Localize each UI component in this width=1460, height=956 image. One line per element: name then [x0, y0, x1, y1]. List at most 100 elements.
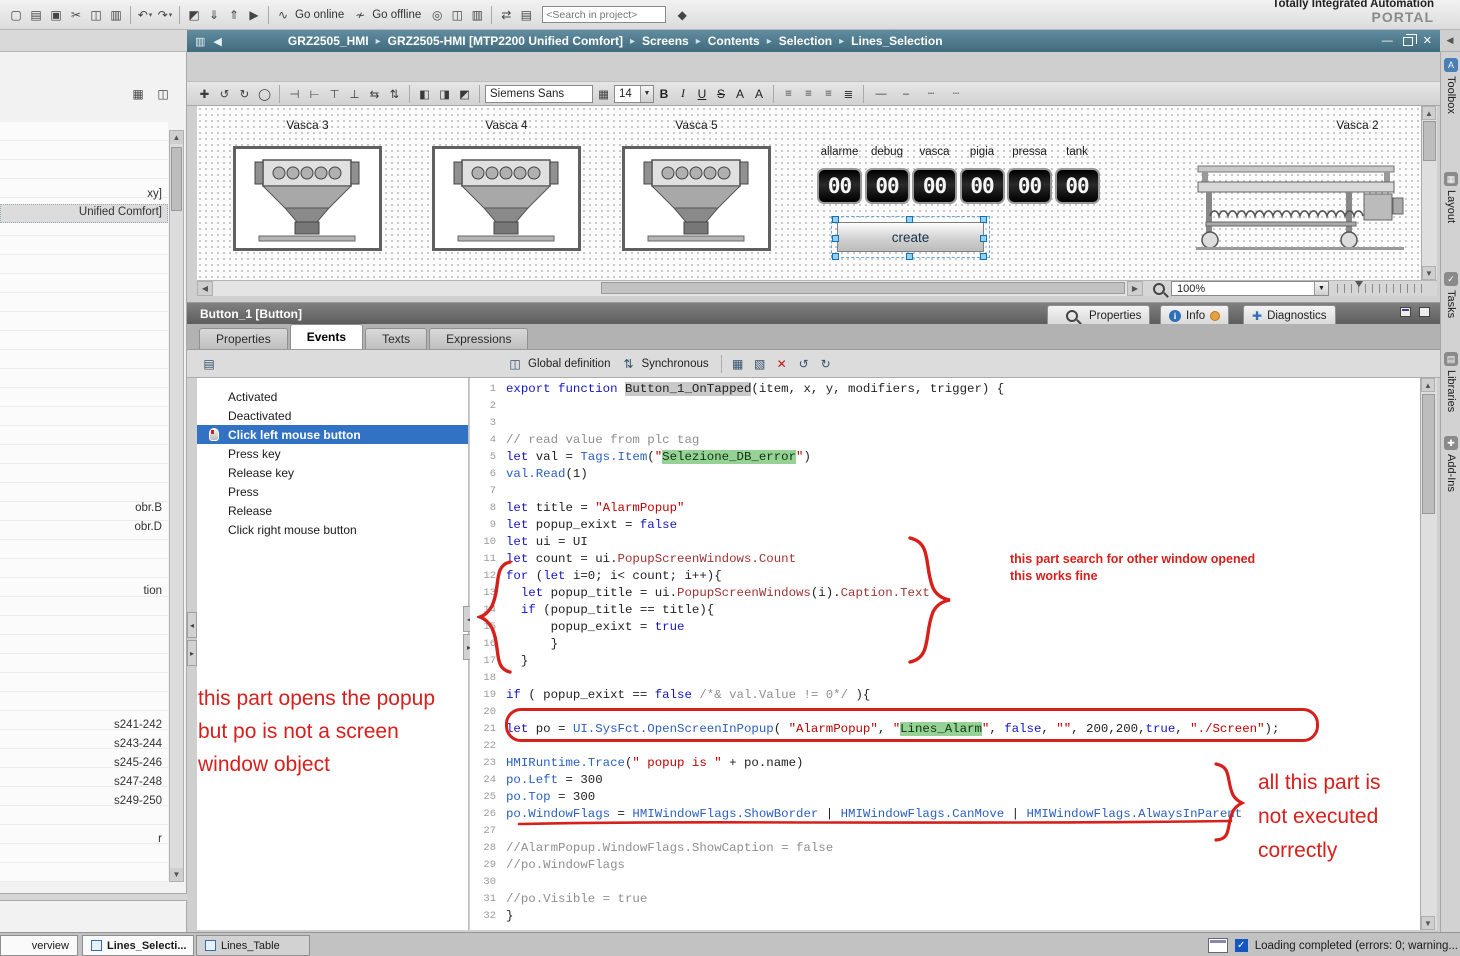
align-left-icon[interactable]: ⊣ [285, 84, 304, 103]
open-project-icon[interactable]: ▤ [26, 5, 46, 25]
info-window-icon[interactable]: ▤ [516, 5, 536, 25]
tab-properties[interactable]: Properties [199, 328, 288, 349]
panel-tab-properties[interactable]: Properties [1047, 305, 1150, 325]
event-list-item[interactable]: Release [197, 501, 468, 520]
zoom-select[interactable]: 100% ▼ [1171, 281, 1329, 296]
code-line[interactable]: 15 popup_exixt = true [470, 619, 1420, 636]
editor-tab-2[interactable]: Lines_Table [196, 935, 310, 956]
scroll-up-icon[interactable]: ▲ [1421, 378, 1435, 392]
scroll-down-icon[interactable]: ▼ [170, 868, 183, 881]
selection-handle[interactable] [832, 216, 839, 223]
paste-icon[interactable]: ▥ [106, 5, 126, 25]
sidebar-scrollbar[interactable]: ▲ ▼ [169, 130, 184, 882]
counter-display[interactable]: 00 [1007, 168, 1052, 204]
breadcrumb-item[interactable]: GRZ2505-HMI [MTP2200 Unified Comfort] [388, 34, 623, 48]
tree-item-label[interactable]: xy] [147, 188, 162, 200]
tank-graphic[interactable] [622, 146, 771, 251]
compile-icon[interactable]: ◩ [184, 5, 204, 25]
line-style-button[interactable]: — [869, 85, 893, 103]
code-line[interactable]: 24po.Left = 300 [470, 772, 1420, 789]
code-line[interactable]: 17 } [470, 653, 1420, 670]
restore-icon[interactable] [1403, 37, 1413, 46]
copy-icon[interactable]: ◫ [86, 5, 106, 25]
go-online-label[interactable]: Go online [295, 9, 344, 21]
tank-graphic[interactable] [233, 146, 382, 251]
canvas-vscrollbar[interactable]: ▲ ▼ [1421, 106, 1437, 280]
line-style-button[interactable]: ┄ [919, 85, 943, 103]
selection-handle[interactable] [832, 253, 839, 260]
code-line[interactable]: 6val.Read(1) [470, 466, 1420, 483]
definition-icon[interactable]: ◫ [505, 354, 525, 374]
tree-item-label[interactable]: tion [143, 585, 162, 597]
code-line[interactable]: 20 [470, 704, 1420, 721]
cut-icon[interactable]: ✂ [66, 5, 86, 25]
start-sim-icon[interactable]: ▶ [244, 5, 264, 25]
counter-display[interactable]: 00 [1055, 168, 1100, 204]
canvas-hscrollbar[interactable] [213, 281, 1127, 296]
panel-tab-diagnostics[interactable]: ✚Diagnostics [1243, 305, 1336, 325]
code-line[interactable]: 3 [470, 415, 1420, 432]
collapse-left-icon[interactable]: ◀ [213, 35, 221, 48]
code-line[interactable]: 19if ( popup_exixt == false /*& val.Valu… [470, 687, 1420, 704]
float-panel-icon[interactable] [1400, 307, 1411, 317]
close-icon[interactable]: ✕ [1423, 36, 1432, 47]
font-decrease-button[interactable]: A [750, 85, 768, 103]
code-line[interactable]: 2 [470, 398, 1420, 415]
delete-icon[interactable]: ✕ [772, 354, 792, 374]
side-tab-layout[interactable]: ▦Layout [1441, 172, 1460, 223]
code-line[interactable]: 14 if (popup_title == title){ [470, 602, 1420, 619]
tree-item-label[interactable]: s241-242 [114, 719, 162, 731]
zoom-select-icon[interactable]: ◯ [255, 84, 274, 103]
script-editor[interactable]: 1export function Button_1_OnTapped(item,… [470, 378, 1420, 930]
code-line[interactable]: 10let ui = UI [470, 534, 1420, 551]
revert-icon[interactable]: ↺ [794, 354, 814, 374]
zoom-icon[interactable] [1153, 283, 1165, 295]
counter-display[interactable]: 00 [960, 168, 1005, 204]
order-back-icon[interactable]: ◨ [435, 84, 454, 103]
italic-button[interactable]: I [674, 85, 692, 103]
justify-icon[interactable]: ≣ [839, 84, 858, 103]
code-line[interactable]: 12for (let i=0; i< count; i++){ [470, 568, 1420, 585]
selection-handle[interactable] [906, 253, 913, 260]
code-line[interactable]: 5let val = Tags.Item("Selezione_DB_error… [470, 449, 1420, 466]
panel-tab-info[interactable]: iInfo [1160, 305, 1229, 325]
rotate-left-icon[interactable]: ↺ [215, 84, 234, 103]
scrollbar-thumb[interactable] [171, 147, 182, 211]
details-view-icon[interactable]: ◫ [153, 84, 173, 104]
tree-item-label[interactable]: obr.D [135, 521, 163, 533]
tree-item-label[interactable]: obr.B [135, 502, 162, 514]
scroll-right-icon[interactable]: ▶ [1127, 281, 1143, 296]
save-project-icon[interactable]: ▣ [46, 5, 66, 25]
download-icon[interactable]: ⇓ [204, 5, 224, 25]
tab-events[interactable]: Events [290, 324, 363, 349]
event-list-item[interactable]: Press [197, 482, 468, 501]
code-line[interactable]: 11let count = ui.PopupScreenWindows.Coun… [470, 551, 1420, 568]
scrollbar-thumb[interactable] [1422, 394, 1435, 514]
selection-handle[interactable] [832, 235, 839, 242]
code-line[interactable]: 25po.Top = 300 [470, 789, 1420, 806]
event-list-item[interactable]: Press key [197, 444, 468, 463]
rotate-right-icon[interactable]: ↻ [235, 84, 254, 103]
tree-item-label[interactable]: s249-250 [114, 795, 162, 807]
sync-icon[interactable]: ⇅ [618, 354, 638, 374]
counter-display[interactable]: 00 [865, 168, 910, 204]
tree-item-label[interactable]: s247-248 [114, 776, 162, 788]
code-line[interactable]: 32} [470, 908, 1420, 925]
code-line[interactable]: 21let po = UI.SysFct.OpenScreenInPopup( … [470, 721, 1420, 738]
code-line[interactable]: 13 let popup_title = ui.PopupScreenWindo… [470, 585, 1420, 602]
zoom-slider[interactable] [1337, 284, 1423, 293]
tab-texts[interactable]: Texts [365, 328, 427, 349]
side-tab-tasks[interactable]: ✓Tasks [1441, 272, 1460, 318]
screen-canvas[interactable]: Vasca 3Vasca 4Vasca 5allarme00debug00vas… [197, 106, 1421, 280]
code-line[interactable]: 26po.WindowFlags = HMIWindowFlags.ShowBo… [470, 806, 1420, 823]
font-increase-button[interactable]: A [731, 85, 749, 103]
collapse-panel-icon[interactable] [1419, 307, 1430, 317]
code-line[interactable]: 30 [470, 874, 1420, 891]
script-icon[interactable]: ▤ [199, 354, 219, 374]
breadcrumb-item[interactable]: Screens [642, 34, 689, 48]
event-list-item[interactable]: Release key [197, 463, 468, 482]
undo-icon[interactable]: ↶▾ [135, 5, 155, 25]
chevron-down-icon[interactable]: ▾ [149, 11, 153, 19]
tree-item-label[interactable]: s243-244 [114, 738, 162, 750]
counter-display[interactable]: 00 [817, 168, 862, 204]
